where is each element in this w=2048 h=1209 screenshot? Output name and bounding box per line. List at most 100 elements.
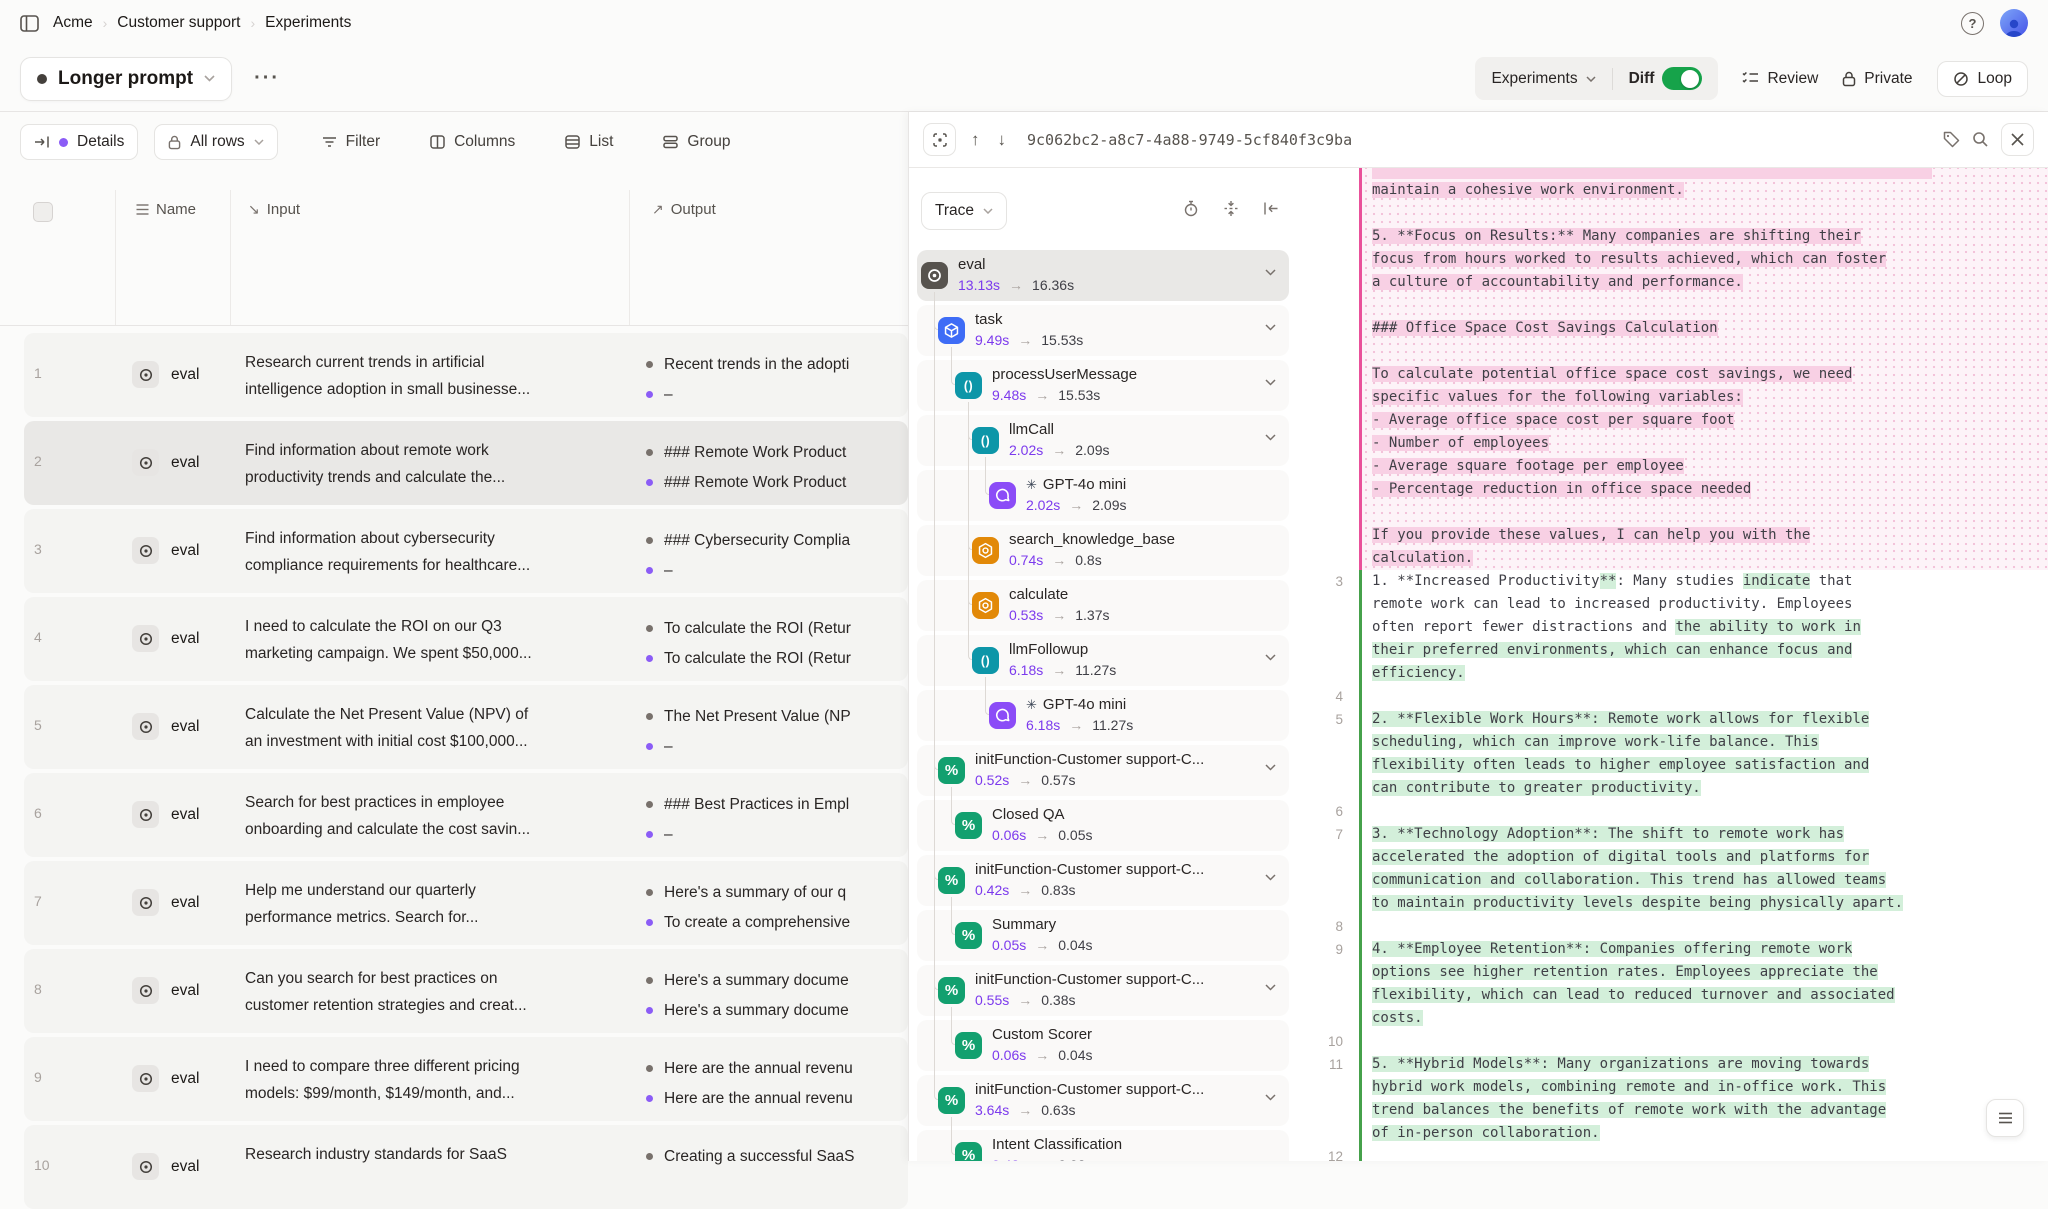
- table-row[interactable]: 8 eval Can you search for best practices…: [24, 949, 908, 1033]
- trace-tree-row[interactable]: ✳ eval 13.13s → 16.36s: [917, 250, 1289, 301]
- table-row[interactable]: 7 eval Help me understand our quarterly …: [24, 861, 908, 945]
- chevron-down-icon[interactable]: [1265, 1094, 1276, 1101]
- column-header-name[interactable]: Name: [136, 201, 196, 218]
- span-name: initFunction-Customer support-C...: [975, 861, 1204, 878]
- tree-connector: [951, 1117, 952, 1143]
- trace-tree-row[interactable]: % ✳ Custom Scorer 0.06s → 0.04s: [917, 1020, 1289, 1071]
- output-text: The Net Present Value (NP: [664, 708, 851, 726]
- trace-tree-row[interactable]: () ✳ processUserMessage 9.48s → 15.53s: [917, 360, 1289, 411]
- table-row[interactable]: 9 eval I need to compare three different…: [24, 1037, 908, 1121]
- select-all-checkbox[interactable]: [33, 202, 53, 222]
- chevron-down-icon[interactable]: [1265, 434, 1276, 441]
- line-number: 4: [1297, 685, 1359, 708]
- chevron-down-icon[interactable]: [1265, 269, 1276, 276]
- trace-tree-row[interactable]: % ✳ initFunction-Customer support-C... 0…: [917, 965, 1289, 1016]
- duration-experiment: 0.05s: [992, 937, 1026, 953]
- filter-button[interactable]: Filter: [312, 126, 390, 158]
- group-button[interactable]: Group: [653, 126, 740, 158]
- expand-icon[interactable]: [923, 123, 956, 156]
- close-icon[interactable]: [2001, 123, 2034, 156]
- row-number: 8: [34, 981, 42, 997]
- view-options-icon[interactable]: [1986, 1099, 2024, 1137]
- private-button[interactable]: Private: [1842, 70, 1912, 88]
- line-number: [1297, 1099, 1359, 1122]
- line-number: 5: [1297, 708, 1359, 731]
- trace-tree-row[interactable]: ✳ calculate 0.53s → 1.37s: [917, 580, 1289, 631]
- column-header-input[interactable]: ↘ Input: [248, 201, 300, 218]
- chevron-down-icon[interactable]: [1265, 379, 1276, 386]
- diff-removed-line: ### Office Space Cost Savings Calculatio…: [1297, 317, 2048, 340]
- line-number: [1297, 547, 1359, 570]
- input-cell: Find information about remote work produ…: [245, 437, 643, 491]
- diff-added-line: hybrid work models, combining remote and…: [1297, 1076, 2048, 1099]
- diff-removed-line: [1297, 340, 2048, 363]
- list-button[interactable]: List: [555, 126, 623, 158]
- trace-tree-row[interactable]: % ✳ Summary 0.05s → 0.04s: [917, 910, 1289, 961]
- span-name: eval: [958, 256, 986, 273]
- diff-added-line: of in-person collaboration.: [1297, 1122, 2048, 1145]
- avatar[interactable]: [2000, 9, 2028, 37]
- search-icon[interactable]: [1972, 131, 1989, 148]
- trace-tree-row[interactable]: % ✳ Intent Classification 0.43s → 0.08s: [917, 1130, 1289, 1161]
- columns-button[interactable]: Columns: [420, 126, 525, 158]
- experiment-selector[interactable]: Longer prompt: [20, 57, 232, 101]
- trace-tree-row[interactable]: % ✳ initFunction-Customer support-C... 3…: [917, 1075, 1289, 1126]
- chevron-down-icon[interactable]: [1265, 984, 1276, 991]
- trace-tree-row[interactable]: ✳ GPT-4o mini 2.02s → 2.09s: [917, 470, 1289, 521]
- table-header: Name ↘ Input ↗ Output: [0, 190, 908, 326]
- table-row[interactable]: 4 eval I need to calculate the ROI on ou…: [24, 597, 908, 681]
- chevron-down-icon[interactable]: [1265, 874, 1276, 881]
- view-diff-group: Experiments Diff: [1475, 57, 1718, 100]
- duration-comparison: 0.8s: [1075, 552, 1101, 568]
- chevron-down-icon[interactable]: [1265, 764, 1276, 771]
- details-button[interactable]: Details: [20, 124, 138, 160]
- line-number: [1297, 432, 1359, 455]
- diff-removed-line: [1297, 294, 2048, 317]
- diff-added-line: options see higher retention rates. Empl…: [1297, 961, 2048, 984]
- breadcrumb-org[interactable]: Acme: [53, 14, 93, 32]
- review-button[interactable]: Review: [1742, 70, 1818, 88]
- table-row[interactable]: 6 eval Search for best practices in empl…: [24, 773, 908, 857]
- trace-tree-row[interactable]: ✳ GPT-4o mini 6.18s → 11.27s: [917, 690, 1289, 741]
- table-row[interactable]: 1 eval Research current trends in artifi…: [24, 333, 908, 417]
- sidebar-toggle-icon[interactable]: [20, 15, 39, 32]
- table-row[interactable]: 2 eval Find information about remote wor…: [24, 421, 908, 505]
- trace-id: 9c062bc2-a8c7-4a88-9749-5cf840f3c9ba: [1027, 131, 1931, 149]
- trace-tree-row[interactable]: ✳ task 9.49s → 15.53s: [917, 305, 1289, 356]
- trace-tree-row[interactable]: () ✳ llmFollowup 6.18s → 11.27s: [917, 635, 1289, 686]
- trace-detail-panel: ↑ ↓ 9c062bc2-a8c7-4a88-9749-5cf840f3c9ba…: [908, 112, 2048, 1161]
- column-header-output[interactable]: ↗ Output: [652, 201, 716, 218]
- diff-toggle[interactable]: [1662, 67, 1702, 90]
- tag-icon[interactable]: [1943, 131, 1960, 148]
- diff-added-line: 8: [1297, 915, 2048, 938]
- line-number: [1297, 754, 1359, 777]
- more-menu-icon[interactable]: ···: [248, 67, 286, 90]
- rows-filter-button[interactable]: All rows: [154, 124, 277, 160]
- duration-experiment: 6.18s: [1026, 717, 1060, 733]
- breadcrumb-project[interactable]: Customer support: [117, 14, 240, 32]
- span-durations: 0.43s → 0.08s: [992, 1157, 1093, 1161]
- loop-button[interactable]: Loop: [1937, 61, 2028, 97]
- filter-icon: [322, 136, 337, 148]
- prev-row-icon[interactable]: ↑: [968, 130, 983, 150]
- chevron-down-icon[interactable]: [1265, 324, 1276, 331]
- input-text: onboarding and calculate the cost savin.…: [245, 816, 643, 843]
- trace-tree-row[interactable]: % ✳ Closed QA 0.06s → 0.05s: [917, 800, 1289, 851]
- trace-tree: ✳ eval 13.13s → 16.36s ✳ task 9.49s → 15…: [909, 168, 1297, 1161]
- chevron-down-icon[interactable]: [1265, 654, 1276, 661]
- breadcrumb-section[interactable]: Experiments: [265, 14, 351, 32]
- span-name: llmCall: [1009, 421, 1054, 438]
- table-row[interactable]: 10 eval Research industry standards for …: [24, 1125, 908, 1209]
- trace-tree-row[interactable]: % ✳ initFunction-Customer support-C... 0…: [917, 855, 1289, 906]
- next-row-icon[interactable]: ↓: [995, 130, 1010, 150]
- row-number: 7: [34, 893, 42, 909]
- trace-tree-row[interactable]: ✳ search_knowledge_base 0.74s → 0.8s: [917, 525, 1289, 576]
- trace-tree-row[interactable]: % ✳ initFunction-Customer support-C... 0…: [917, 745, 1289, 796]
- line-number: [1297, 294, 1359, 317]
- row-name: eval: [171, 894, 199, 912]
- view-switcher[interactable]: Experiments: [1479, 64, 1607, 94]
- table-row[interactable]: 5 eval Calculate the Net Present Value (…: [24, 685, 908, 769]
- table-row[interactable]: 3 eval Find information about cybersecur…: [24, 509, 908, 593]
- help-icon[interactable]: ?: [1961, 12, 1984, 35]
- trace-tree-row[interactable]: () ✳ llmCall 2.02s → 2.09s: [917, 415, 1289, 466]
